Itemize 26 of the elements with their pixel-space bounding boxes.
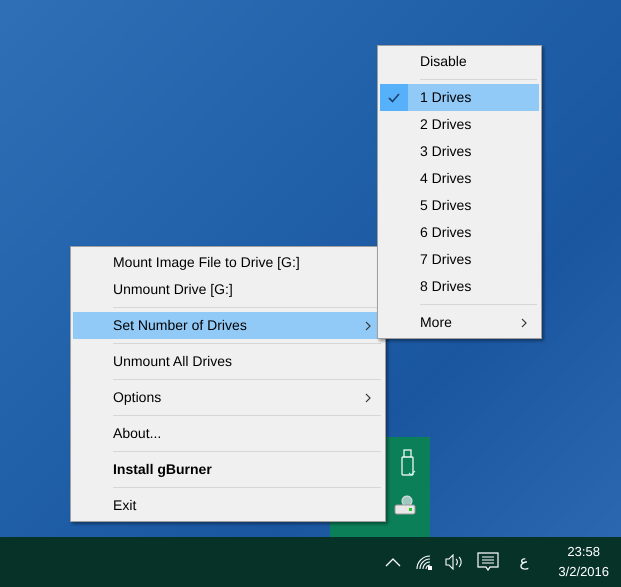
chevron-right-icon (521, 318, 527, 328)
menu-item[interactable]: More (380, 309, 539, 336)
menu-item[interactable]: 5 Drives (380, 192, 539, 219)
chevron-up-icon[interactable] (385, 557, 402, 567)
menu-item[interactable]: 7 Drives (380, 246, 539, 273)
menu-item[interactable]: About... (73, 420, 383, 447)
clock[interactable]: 23:58 3/2/2016 (558, 542, 609, 582)
menu-item[interactable]: 8 Drives (380, 273, 539, 300)
chevron-right-icon (365, 320, 371, 330)
chevron-right-icon (365, 392, 371, 402)
usb-drive-icon (400, 449, 416, 477)
wifi-icon[interactable] (415, 554, 434, 570)
menu-item[interactable]: 2 Drives (380, 111, 539, 138)
menu-item[interactable]: Install gBurner (73, 456, 383, 483)
menu-item[interactable]: 1 Drives (380, 84, 539, 111)
menu-item[interactable]: 6 Drives (380, 219, 539, 246)
menu-item[interactable]: Unmount All Drives (73, 348, 383, 375)
menu-item[interactable]: 4 Drives (380, 165, 539, 192)
menu-item[interactable]: 3 Drives (380, 138, 539, 165)
input-language[interactable]: ع (519, 550, 528, 574)
disk-drive-icon (394, 495, 416, 515)
menu-item[interactable]: Exit (73, 492, 383, 519)
checkmark-icon (388, 92, 400, 102)
menu-item[interactable]: Options (73, 384, 383, 411)
menu-item[interactable]: Disable (380, 48, 539, 75)
notification-icon[interactable] (477, 552, 500, 572)
